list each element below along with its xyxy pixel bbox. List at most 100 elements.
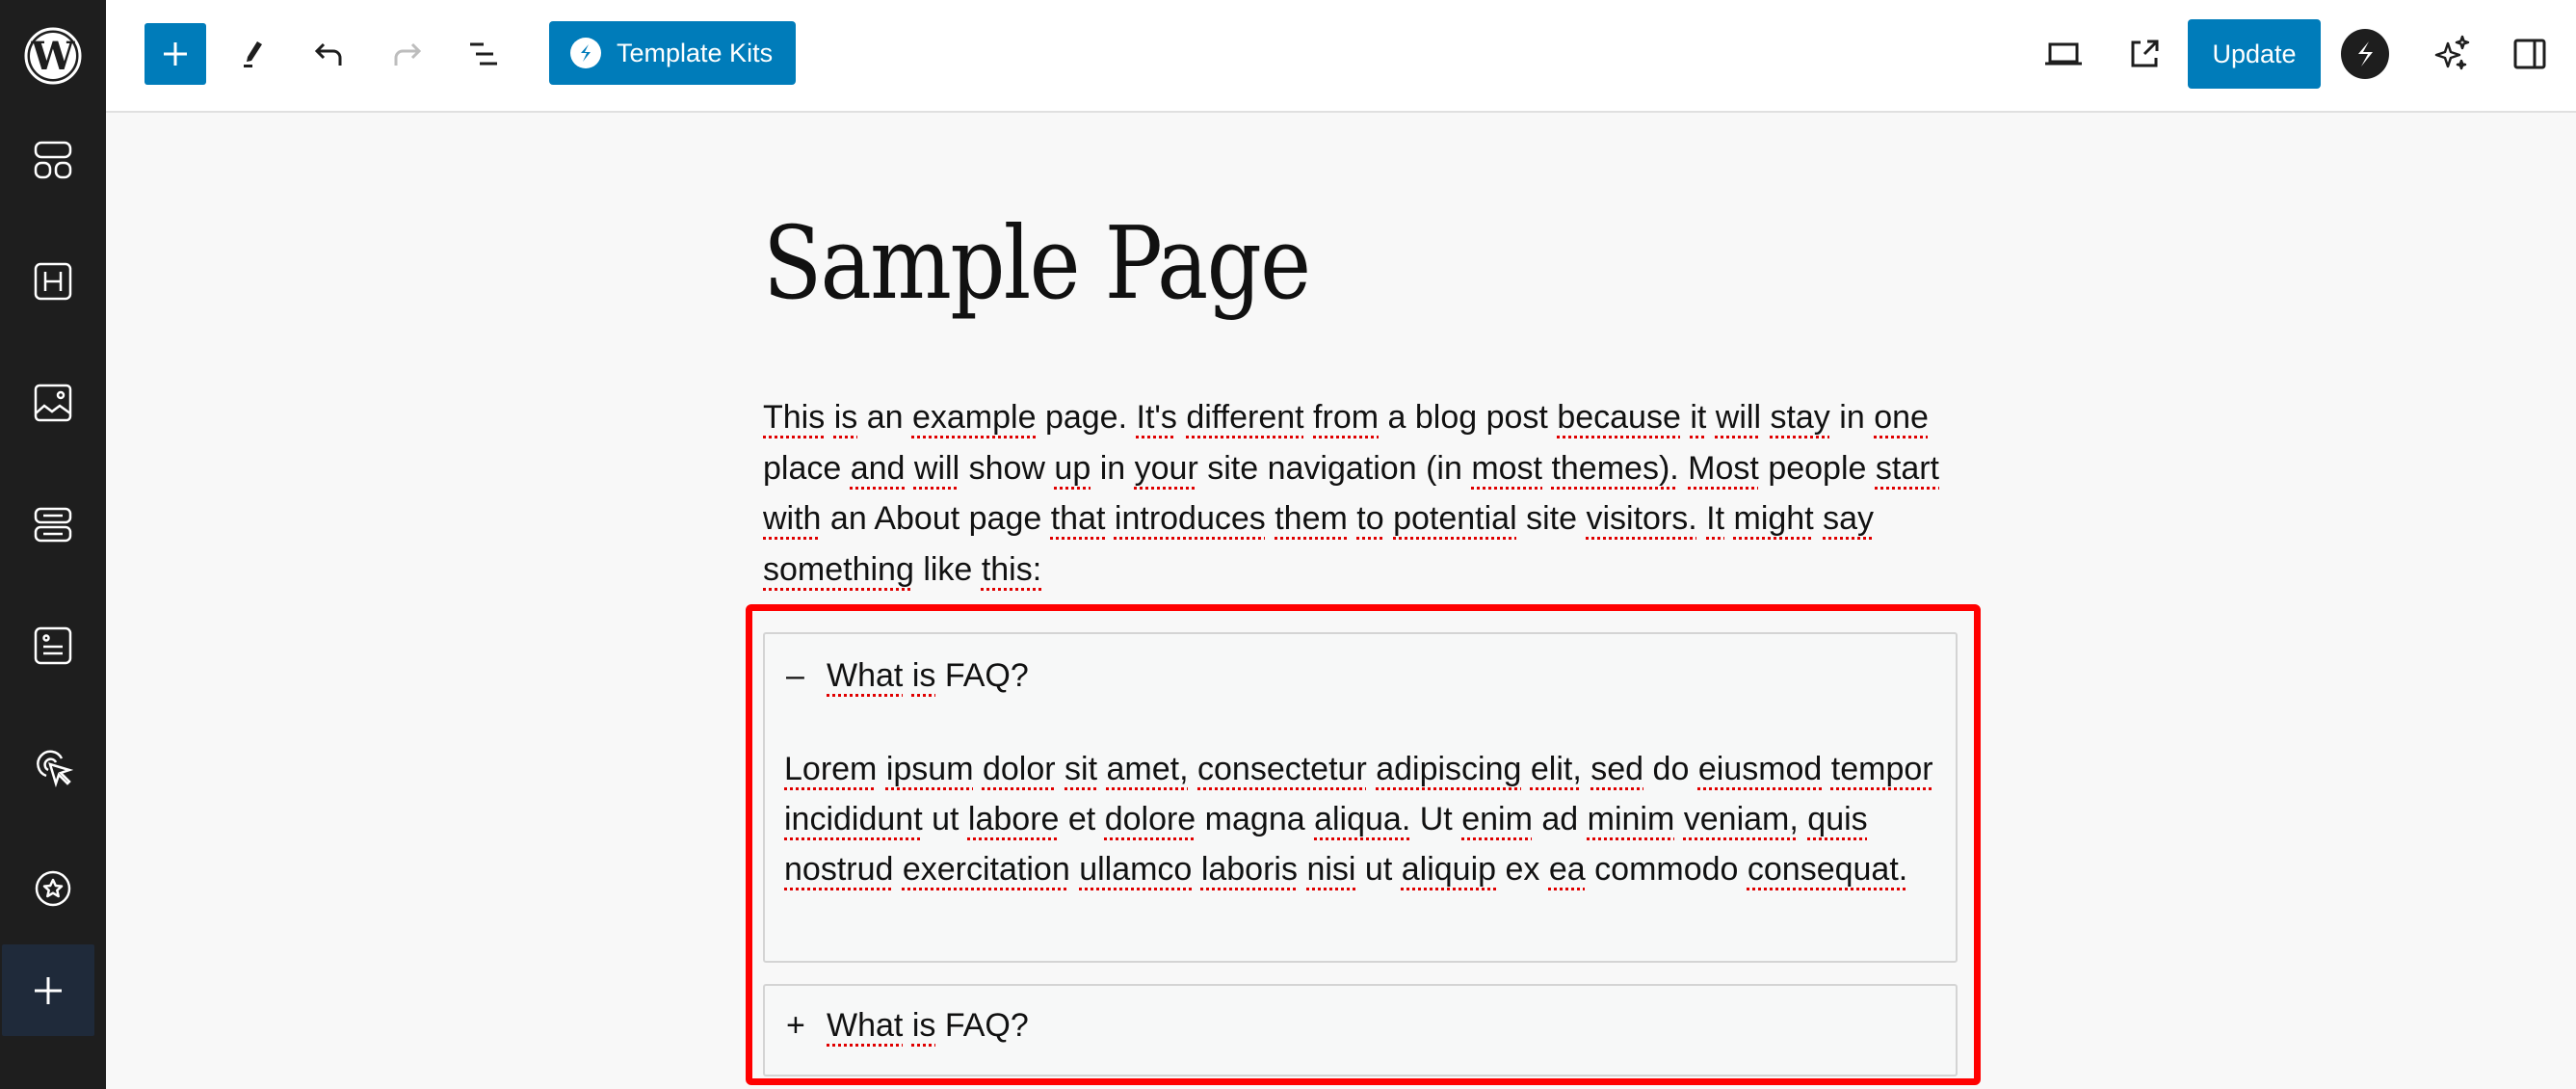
word: commodo bbox=[1594, 851, 1739, 888]
spellcheck-flagged-word: with bbox=[763, 500, 822, 537]
spellcheck-flagged-word: is bbox=[911, 657, 936, 694]
spellcheck-flagged-word: nisi bbox=[1306, 851, 1356, 888]
spellcheck-flagged-word: adipiscing bbox=[1376, 751, 1522, 787]
faq-question-row[interactable]: – What is FAQ? bbox=[786, 657, 1029, 695]
spellcheck-flagged-word: Most bbox=[1688, 449, 1759, 487]
word: Ut bbox=[1419, 801, 1453, 837]
redo-button[interactable] bbox=[376, 23, 437, 85]
add-block-button[interactable] bbox=[145, 23, 206, 85]
spellcheck-flagged-word: start bbox=[1875, 449, 1939, 487]
sidebar-item-heading[interactable] bbox=[0, 233, 106, 330]
word: FAQ? bbox=[944, 657, 1029, 694]
view-page-button[interactable] bbox=[2114, 23, 2175, 85]
device-preview-button[interactable] bbox=[2033, 23, 2094, 85]
spellcheck-flagged-word: potential bbox=[1393, 500, 1517, 537]
word: in bbox=[1839, 399, 1865, 436]
settings-sidebar-toggle[interactable] bbox=[2499, 23, 2561, 85]
sidebar-add-button[interactable] bbox=[2, 944, 94, 1036]
collapse-toggle-icon[interactable]: – bbox=[786, 657, 827, 695]
spellcheck-flagged-word: consequat. bbox=[1747, 851, 1908, 888]
external-link-icon bbox=[2131, 40, 2159, 67]
spellcheck-flagged-word: Lorem bbox=[784, 751, 878, 787]
word: in bbox=[1099, 449, 1126, 487]
spellcheck-flagged-word: What bbox=[827, 1007, 904, 1044]
spellcheck-flagged-word: It's bbox=[1136, 399, 1177, 436]
plus-icon bbox=[164, 42, 187, 66]
word: ut bbox=[932, 801, 959, 837]
spellcheck-flagged-word: dolor bbox=[982, 751, 1056, 787]
spellcheck-flagged-word: incididunt bbox=[784, 801, 923, 837]
expand-toggle-icon[interactable]: + bbox=[786, 1007, 827, 1045]
word: page bbox=[968, 500, 1042, 537]
list-view-icon bbox=[470, 42, 497, 66]
template-kits-logo-icon bbox=[570, 38, 601, 68]
faq-item: + What is FAQ? bbox=[763, 984, 1958, 1076]
wordpress-logo-button[interactable]: W bbox=[0, 0, 106, 112]
word: a bbox=[1387, 399, 1406, 436]
spellcheck-flagged-word: nostrud bbox=[784, 851, 894, 888]
spellcheck-flagged-word: might bbox=[1733, 500, 1814, 537]
sidebar-item-form[interactable] bbox=[0, 598, 106, 694]
template-kits-button[interactable]: Template Kits bbox=[549, 21, 796, 85]
faq-question-row[interactable]: + What is FAQ? bbox=[786, 1007, 1029, 1045]
faq-answer[interactable]: Lorem ipsum dolor sit amet, consectetur … bbox=[784, 744, 1940, 894]
site-logo-button[interactable] bbox=[2341, 29, 2389, 79]
spellcheck-flagged-word: tempor bbox=[1830, 751, 1933, 787]
intro-paragraph[interactable]: This is an example page. It's different … bbox=[763, 392, 1967, 595]
form-icon bbox=[34, 626, 72, 665]
word: FAQ? bbox=[944, 1007, 1029, 1044]
redo-icon bbox=[394, 42, 422, 66]
spellcheck-flagged-word: is bbox=[833, 399, 858, 436]
sparkles-icon bbox=[2434, 35, 2470, 70]
sidebar-item-image[interactable] bbox=[0, 355, 106, 451]
spellcheck-flagged-word: stay bbox=[1770, 399, 1830, 436]
word: post bbox=[1485, 399, 1548, 436]
image-icon bbox=[34, 384, 72, 422]
spellcheck-flagged-word: What bbox=[827, 657, 904, 694]
word: an bbox=[829, 500, 867, 537]
template-kits-label: Template Kits bbox=[617, 38, 774, 67]
word: et bbox=[1067, 801, 1096, 837]
word: site bbox=[1207, 449, 1259, 487]
spellcheck-flagged-word: up bbox=[1054, 449, 1091, 487]
spellcheck-flagged-word: themes). bbox=[1551, 449, 1679, 487]
spellcheck-flagged-word: elit, bbox=[1530, 751, 1582, 787]
spellcheck-flagged-word: dolore bbox=[1104, 801, 1196, 837]
spellcheck-flagged-word: that bbox=[1050, 500, 1106, 537]
undo-icon bbox=[314, 42, 342, 66]
left-sidebar: W bbox=[0, 0, 106, 1089]
update-button[interactable]: Update bbox=[2188, 19, 2321, 89]
spellcheck-flagged-word: one bbox=[1874, 399, 1929, 436]
click-cursor-icon bbox=[37, 750, 73, 787]
spellcheck-flagged-word: from bbox=[1313, 399, 1380, 436]
spellcheck-flagged-word: consectetur bbox=[1197, 751, 1367, 787]
star-circle-icon bbox=[35, 870, 71, 907]
word: page. bbox=[1044, 399, 1128, 436]
spellcheck-flagged-word: labore bbox=[967, 801, 1060, 837]
spellcheck-flagged-word: will bbox=[913, 449, 960, 487]
sidebar-item-rows[interactable] bbox=[0, 476, 106, 572]
edit-tool-button[interactable] bbox=[222, 23, 283, 85]
spellcheck-flagged-word: introduces bbox=[1114, 500, 1266, 537]
sidebar-item-patterns[interactable] bbox=[0, 112, 106, 208]
spellcheck-flagged-word: and bbox=[850, 449, 906, 487]
faq-question: What is FAQ? bbox=[827, 1007, 1029, 1045]
sidebar-item-interactions[interactable] bbox=[0, 719, 106, 815]
spellcheck-flagged-word: is bbox=[911, 1007, 936, 1044]
spellcheck-flagged-word: eiusmod bbox=[1697, 751, 1823, 787]
word: show bbox=[968, 449, 1045, 487]
ai-assistant-button[interactable] bbox=[2422, 23, 2484, 85]
editor-toolbar: Template Kits Update bbox=[106, 0, 2576, 113]
patterns-icon bbox=[34, 141, 72, 179]
rows-icon bbox=[34, 507, 72, 543]
spellcheck-flagged-word: This bbox=[763, 399, 826, 436]
spellcheck-flagged-word: laboris bbox=[1200, 851, 1298, 888]
sidebar-item-favorites[interactable] bbox=[0, 840, 106, 937]
undo-button[interactable] bbox=[299, 23, 360, 85]
svg-text:W: W bbox=[31, 34, 76, 79]
document-overview-button[interactable] bbox=[453, 23, 514, 85]
word: magna bbox=[1204, 801, 1305, 837]
page-title[interactable]: Sample Page bbox=[763, 204, 1311, 322]
spellcheck-flagged-word: example bbox=[911, 399, 1037, 436]
laptop-icon bbox=[2045, 42, 2082, 66]
